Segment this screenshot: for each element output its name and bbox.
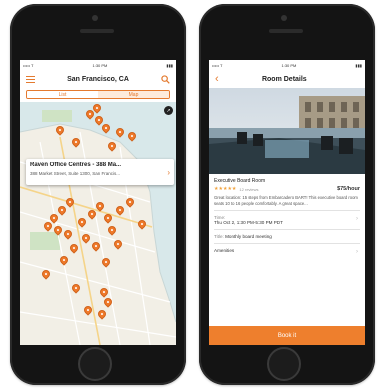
room-photo xyxy=(209,88,365,174)
room-price: $75/hour xyxy=(337,186,360,192)
status-time: 1:30 PM xyxy=(92,62,108,68)
review-count[interactable]: 12 reviews xyxy=(239,187,258,192)
camera xyxy=(92,15,98,21)
location-callout[interactable]: Raven Office Centres - 388 Ma... 388 Mar… xyxy=(26,159,174,185)
status-bar: ••••• T 1:30 PM ▮▮▮ xyxy=(20,60,176,70)
home-button[interactable] xyxy=(267,347,301,381)
amenities-label: Amenities xyxy=(214,248,235,253)
chevron-right-icon: › xyxy=(356,216,358,222)
battery-icon: ▮▮▮ xyxy=(355,62,362,68)
page-title: Room Details xyxy=(261,75,307,83)
callout-title: Raven Office Centres - 388 Ma... xyxy=(30,162,122,168)
room-photo-image xyxy=(209,88,365,174)
menu-icon[interactable] xyxy=(26,75,35,83)
time-value: Thu Oct 2, 1:30 PM-5:30 PM PDT xyxy=(214,220,283,225)
camera xyxy=(281,15,287,21)
speaker xyxy=(269,29,303,33)
map-screen: ••••• T 1:30 PM ▮▮▮ San Francisco, CA Li… xyxy=(20,60,176,345)
map-view[interactable]: ↗ Raven Office Centres - 388 Ma... 388 M… xyxy=(20,102,176,345)
nav-bar: ‹ Room Details xyxy=(209,70,365,88)
status-bar: ••••• T 1:30 PM ▮▮▮ xyxy=(209,60,365,70)
location-arrow-icon[interactable]: ↗ xyxy=(164,106,173,115)
room-description: Great location: 15 steps from Embarcader… xyxy=(214,195,358,206)
left-phone: ••••• T 1:30 PM ▮▮▮ San Francisco, CA Li… xyxy=(10,4,186,385)
carrier-signal: ••••• T xyxy=(212,62,223,68)
title-value: Monthly board meeting xyxy=(225,234,272,239)
rating-row: ★★★★★ 12 reviews $75/hour xyxy=(214,186,360,192)
callout-address: 388 Market Street, Suite 1300, San Franc… xyxy=(30,171,121,176)
battery-icon: ▮▮▮ xyxy=(166,62,173,68)
search-icon[interactable] xyxy=(161,74,170,84)
time-row[interactable]: Time: Thu Oct 2, 1:30 PM-5:30 PM PDT › xyxy=(214,210,360,229)
tab-map[interactable]: Map xyxy=(98,91,169,98)
title-row[interactable]: Title: Monthly board meeting xyxy=(214,229,360,243)
speaker xyxy=(80,29,114,33)
carrier-signal: ••••• T xyxy=(23,62,34,68)
list-map-toggle: List Map xyxy=(26,90,170,99)
status-time: 1:30 PM xyxy=(281,62,297,68)
star-rating-icon: ★★★★★ xyxy=(214,186,237,192)
room-name: Executive Board Room xyxy=(214,178,266,184)
amenities-row[interactable]: Amenities › xyxy=(214,243,360,257)
book-it-button[interactable]: Book it xyxy=(209,326,365,345)
room-details-screen: ••••• T 1:30 PM ▮▮▮ ‹ Room Details Execu… xyxy=(209,60,365,345)
page-title: San Francisco, CA xyxy=(67,75,129,83)
nav-bar: San Francisco, CA xyxy=(20,70,176,88)
right-phone: ••••• T 1:30 PM ▮▮▮ ‹ Room Details Execu… xyxy=(199,4,375,385)
tab-list[interactable]: List xyxy=(27,91,98,98)
title-label: Title: xyxy=(214,234,224,239)
chevron-right-icon[interactable]: › xyxy=(167,168,170,177)
back-chevron-icon[interactable]: ‹ xyxy=(215,73,219,85)
chevron-right-icon: › xyxy=(356,249,358,255)
home-button[interactable] xyxy=(78,347,112,381)
room-details: Executive Board Room ★★★★★ 12 reviews $7… xyxy=(209,174,365,261)
